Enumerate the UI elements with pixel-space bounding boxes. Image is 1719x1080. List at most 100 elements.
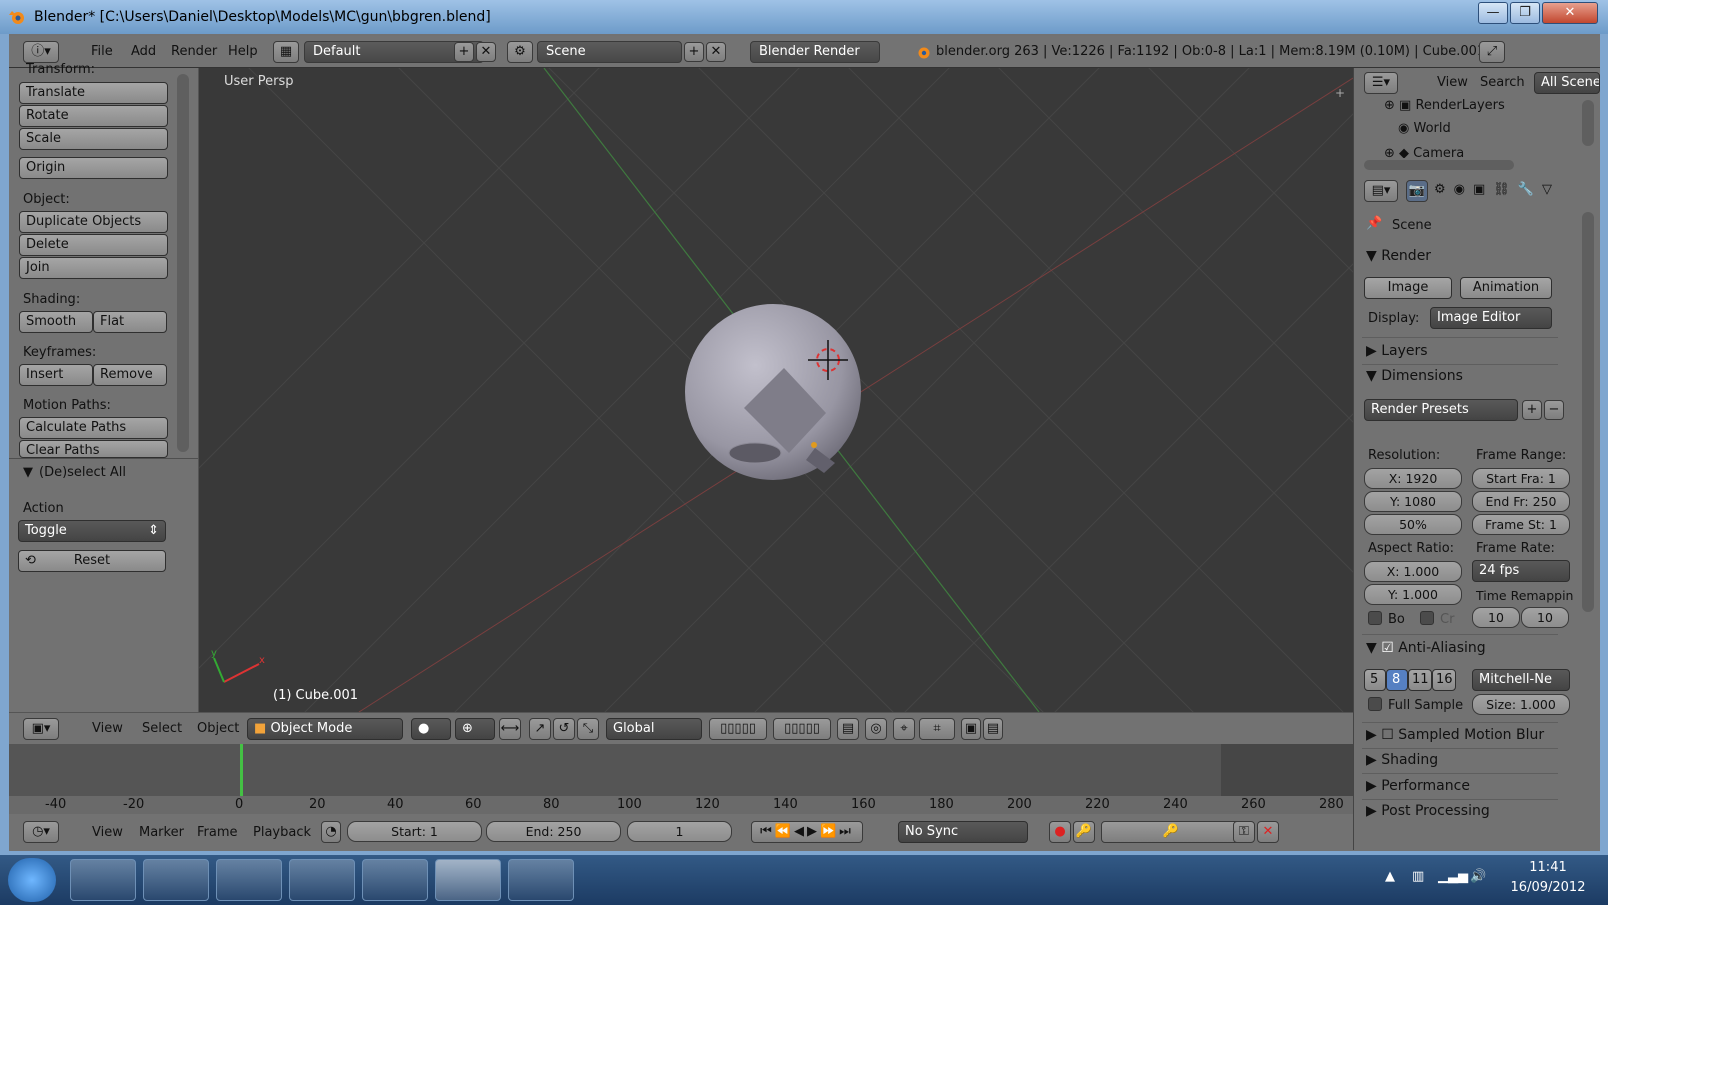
mode-dropdown[interactable]: ■ Object Mode [247,718,403,740]
outliner-item[interactable]: ⊕ ◆ Camera [1384,146,1464,158]
menu-view[interactable]: View [1437,75,1468,90]
performance-panel-header[interactable]: ▶ Performance [1366,778,1470,794]
aa-samples-11[interactable]: 11 [1408,669,1432,691]
duplicate-objects-button[interactable]: Duplicate Objects [19,211,168,233]
clock-time[interactable]: 11:41 [1500,860,1596,875]
outliner-scrollbar[interactable] [1582,100,1594,146]
anti-aliasing-checkbox[interactable]: ☑ [1381,640,1394,656]
fullscreen-icon[interactable]: ⤢ [1479,41,1505,63]
menu-object[interactable]: Object [197,721,239,736]
start-frame-field[interactable]: Start: 1 [347,821,482,842]
translate-button[interactable]: Translate [19,82,168,104]
manipulator-toggle-icon[interactable]: ⟷ [499,718,521,740]
lock-layers-icon[interactable]: ▤ [837,718,859,740]
motion-blur-checkbox[interactable]: ☐ [1381,727,1394,743]
pin-icon[interactable]: 📌 [1366,216,1382,231]
menu-file[interactable]: File [91,44,113,59]
current-frame-field[interactable]: 1 [627,821,732,842]
properties-toggle-icon[interactable]: + [1335,86,1345,100]
snap-toggle-icon[interactable]: ⌖ [893,718,915,740]
layers-panel-header[interactable]: ▶ Layers [1366,343,1428,359]
toolshelf-scrollbar[interactable] [177,74,189,452]
origin-button[interactable]: Origin [19,157,168,179]
render-engine-dropdown[interactable]: Blender Render [750,41,880,63]
aa-samples-16[interactable]: 16 [1432,669,1456,691]
editor-type-3dview-icon[interactable]: ▣▾ [23,718,59,740]
close-button[interactable]: ✕ [1542,2,1598,24]
resolution-y-field[interactable]: Y: 1080 [1364,491,1462,512]
time-remap-old-field[interactable]: 10 [1472,607,1520,628]
rotate-manipulator-icon[interactable]: ↺ [553,718,575,740]
render-presets-dropdown[interactable]: Render Presets [1364,399,1518,421]
smooth-button[interactable]: Smooth [19,311,93,333]
paint-icon[interactable] [508,859,574,901]
editor-type-properties-icon[interactable]: ▤▾ [1364,180,1398,202]
post-processing-panel-header[interactable]: ▶ Post Processing [1366,803,1490,819]
editor-type-info-icon[interactable]: ⓘ▾ [23,41,59,63]
rotate-button[interactable]: Rotate [19,105,168,127]
menu-add[interactable]: Add [131,44,156,59]
outliner-hscrollbar[interactable] [1364,160,1514,170]
remove-keyframe-button[interactable]: Remove [93,364,167,386]
proportional-edit-icon[interactable]: ◎ [865,718,887,740]
skype-icon[interactable] [216,859,282,901]
current-frame-indicator[interactable] [240,744,243,796]
render-animation-button[interactable]: Animation [1460,277,1552,299]
filter-size-field[interactable]: Size: 1.000 [1472,694,1570,715]
flat-button[interactable]: Flat [93,311,167,333]
tray-signal-icon[interactable]: ▁▃▅ [1438,869,1468,884]
menu-marker[interactable]: Marker [139,825,184,840]
tray-arrow-icon[interactable]: ▲ [1385,869,1395,884]
menu-search[interactable]: Search [1480,75,1525,90]
translate-manipulator-icon[interactable]: ↗ [529,718,551,740]
menu-render[interactable]: Render [171,44,217,59]
render-image-button[interactable]: Image [1364,277,1452,299]
delete-keyframe-icon[interactable]: ✕ [1257,821,1279,843]
keying-icon[interactable]: 🔑 [1073,821,1095,843]
clock-date[interactable]: 16/09/2012 [1500,880,1596,895]
keying-set-field[interactable]: 🔑 [1101,821,1241,843]
shading-panel-header[interactable]: ▶ Shading [1366,752,1438,768]
pivot-point-dropdown[interactable]: ⊕ [455,718,495,740]
delete-button[interactable]: Delete [19,234,168,256]
insert-keyframe-icon[interactable]: ⚿ [1233,821,1255,843]
add-scene-button[interactable]: + [684,42,704,62]
menu-select[interactable]: Select [142,721,182,736]
clear-paths-button[interactable]: Clear Paths [19,440,168,458]
start-frame-field[interactable]: Start Fra: 1 [1472,468,1570,489]
python-icon[interactable] [362,859,428,901]
dimensions-panel-header[interactable]: ▼ Dimensions [1366,368,1463,384]
layer-buttons-1[interactable]: ▯▯▯▯▯ [709,718,767,740]
full-sample-checkbox[interactable] [1368,697,1382,711]
aspect-y-field[interactable]: Y: 1.000 [1364,584,1462,605]
render-panel-header[interactable]: ▼ Render [1366,248,1431,264]
frame-rate-dropdown[interactable]: 24 fps [1472,560,1570,582]
tray-volume-icon[interactable]: 🔊 [1470,869,1486,884]
layer-buttons-2[interactable]: ▯▯▯▯▯ [773,718,831,740]
chrome-icon[interactable] [143,859,209,901]
outliner-item[interactable]: ⊕ ▣ RenderLayers [1384,98,1505,113]
screen-layout-icon[interactable]: ▦ [273,41,299,63]
display-filter-dropdown[interactable]: All Scene [1534,72,1600,94]
anti-aliasing-panel-header[interactable]: ▼ ☑ Anti-Aliasing [1366,640,1486,656]
render-still-icon[interactable]: ▣ [961,718,981,740]
3d-viewport[interactable]: User Persp y x (1) Cube.001 + [199,68,1353,712]
operator-panel-toggle-icon[interactable]: ▼ [23,465,33,480]
menu-view[interactable]: View [92,825,123,840]
frame-step-field[interactable]: Frame St: 1 [1472,514,1570,535]
viewport-shading-dropdown[interactable]: ● [411,718,451,740]
end-frame-field[interactable]: End Fr: 250 [1472,491,1570,512]
minimize-button[interactable]: — [1478,2,1508,24]
add-preset-button[interactable]: + [1522,400,1542,420]
aa-samples-8[interactable]: 8 [1386,669,1408,691]
sync-dropdown[interactable]: No Sync [898,821,1028,843]
render-animation-icon[interactable]: ▤ [983,718,1003,740]
motion-blur-panel-header[interactable]: ▶ ☐ Sampled Motion Blur [1366,727,1544,743]
insert-keyframe-button[interactable]: Insert [19,364,93,386]
scene-field[interactable]: Scene [537,41,682,63]
orientation-dropdown[interactable]: Global [606,718,702,740]
preview-range-icon[interactable]: ◔ [321,821,341,843]
action-dropdown[interactable]: Toggle ⇕ [18,520,166,542]
menu-help[interactable]: Help [228,44,258,59]
menu-playback[interactable]: Playback [253,825,311,840]
